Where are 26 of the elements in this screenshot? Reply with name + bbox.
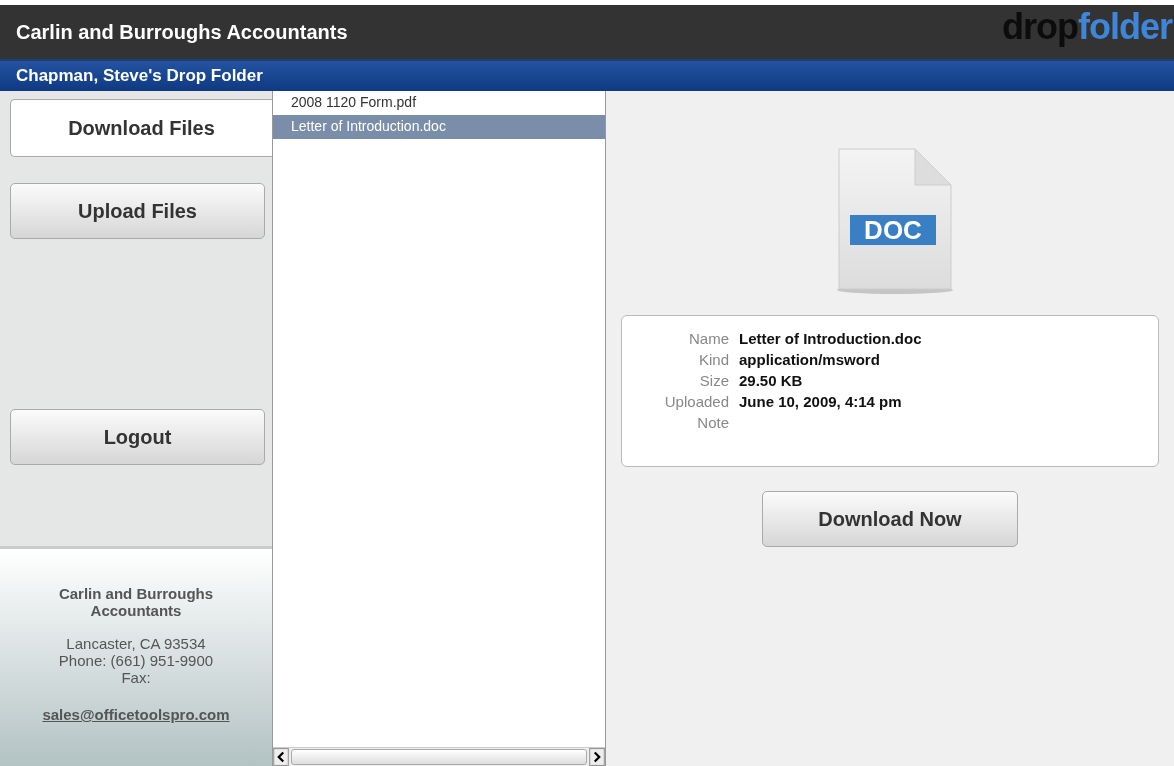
nav-button[interactable]: Download Files bbox=[10, 99, 272, 157]
contact-line: Phone: (661) 951-9900 bbox=[57, 652, 215, 669]
logo: dropfolder bbox=[1002, 6, 1172, 48]
folder-title: Chapman, Steve's Drop Folder bbox=[16, 66, 263, 86]
detail-value: June 10, 2009, 4:14 pm bbox=[739, 393, 902, 410]
detail-value: 29.50 KB bbox=[739, 372, 803, 389]
horizontal-scrollbar[interactable] bbox=[273, 747, 605, 766]
detail-label: Name bbox=[688, 330, 729, 347]
nav-button[interactable]: Logout bbox=[10, 409, 265, 465]
contact-line: Fax: bbox=[120, 669, 152, 686]
file-item[interactable]: 2008 1120 Form.pdf bbox=[273, 91, 605, 115]
contact-line: Lancaster, CA 93534 bbox=[65, 635, 207, 652]
detail-label: Kind bbox=[697, 351, 729, 368]
company-title: Carlin and Burroughs Accountants bbox=[16, 20, 348, 44]
scroll-left-icon[interactable] bbox=[273, 748, 289, 766]
nav-button[interactable]: Upload Files bbox=[10, 183, 265, 239]
scroll-thumb[interactable] bbox=[291, 749, 587, 765]
detail-label: Note bbox=[696, 414, 729, 431]
detail-value: Letter of Introduction.doc bbox=[739, 330, 922, 347]
download-now-button[interactable]: Download Now bbox=[762, 491, 1018, 547]
detail-label: Size bbox=[698, 372, 729, 389]
scroll-right-icon[interactable] bbox=[589, 748, 605, 766]
detail-label: Uploaded bbox=[663, 393, 729, 410]
company-name: Carlin and Burroughs Accountants bbox=[57, 585, 215, 619]
detail-value: application/msword bbox=[739, 351, 880, 368]
email-link[interactable]: sales@officetoolspro.com bbox=[42, 706, 230, 723]
